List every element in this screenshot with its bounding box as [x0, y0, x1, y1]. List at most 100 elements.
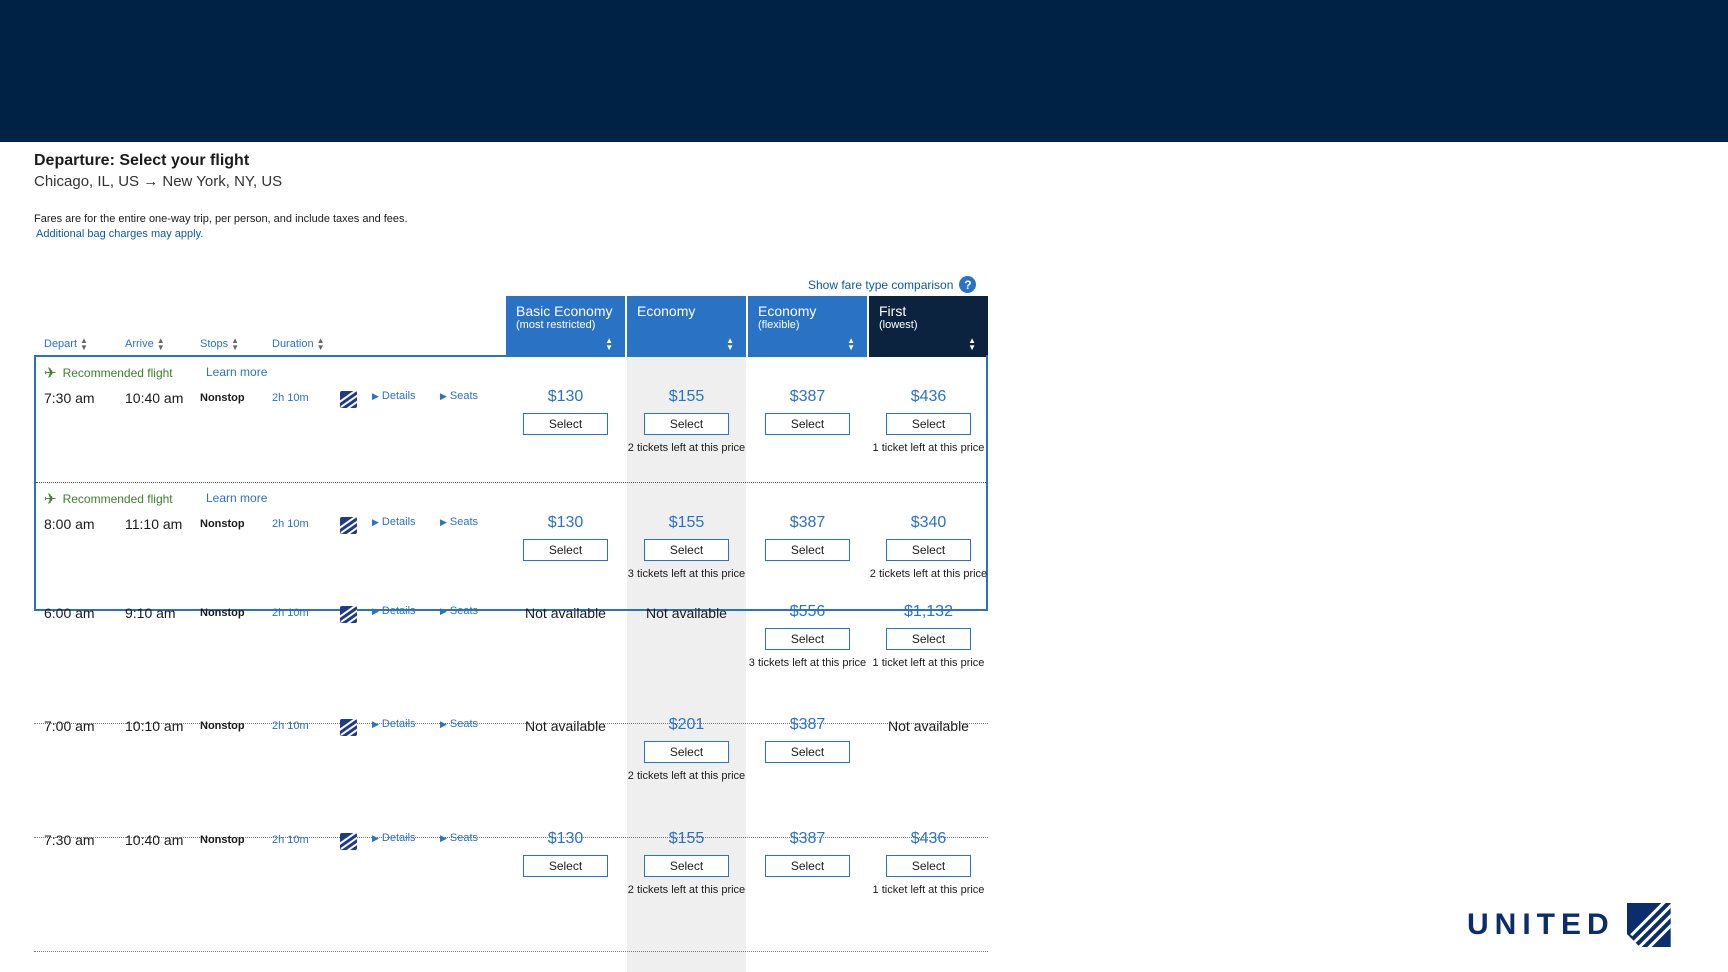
learn-more-link[interactable]: Learn more [206, 491, 267, 505]
fare-header-economy[interactable]: Economy ▲ ▼ [627, 296, 746, 357]
select-fare-button[interactable]: Select [644, 741, 729, 763]
fare-header-title: First [879, 303, 907, 319]
tickets-left-note: 1 ticket left at this price [872, 442, 985, 454]
united-globe-icon [1626, 903, 1671, 947]
fare-price: $1,132 [904, 603, 953, 620]
fare-header-first[interactable]: First (lowest) ▲ ▼ [869, 296, 988, 357]
sort-arrive[interactable]: Arrive ▲ ▼ [125, 337, 165, 352]
stops-text: Nonstop [200, 392, 245, 404]
united-globe-icon [340, 391, 357, 408]
not-available-text: Not available [646, 605, 727, 621]
fare-header-basic-economy[interactable]: Basic Economy (most restricted) ▲ ▼ [506, 296, 625, 357]
details-label: Details [381, 832, 416, 844]
depart-time: 8:00 am [44, 516, 95, 532]
depart-time: 7:30 am [44, 390, 95, 406]
recommended-flight-label: ✈ Recommended flight [44, 364, 173, 382]
seats-link[interactable]: ▶ Seats [440, 516, 478, 528]
select-fare-button[interactable]: Select [523, 539, 608, 561]
select-fare-button[interactable]: Select [886, 413, 971, 435]
fare-header-sub: (most restricted) [516, 319, 596, 331]
sort-depart[interactable]: Depart ▲ ▼ [44, 337, 88, 352]
tickets-left-note: 3 tickets left at this price [627, 568, 746, 580]
sort-stops[interactable]: Stops ▲ ▼ [200, 336, 240, 352]
fare-price: $340 [910, 514, 947, 531]
fare-price: $387 [789, 830, 826, 847]
select-fare-button[interactable]: Select [886, 855, 971, 877]
arrive-time: 10:40 am [125, 832, 184, 848]
caret-right-icon: ▶ [372, 390, 379, 401]
arrive-time: 10:10 am [125, 718, 184, 734]
united-logo: UNITED [1467, 903, 1671, 947]
seats-link[interactable]: ▶ Seats [440, 832, 478, 844]
sort-stops-label: Stops [200, 338, 229, 350]
select-fare-button[interactable]: Select [765, 741, 850, 763]
fare-price: $556 [789, 603, 826, 620]
details-label: Details [381, 516, 416, 528]
select-fare-button[interactable]: Select [765, 628, 850, 650]
details-link[interactable]: ▶ Details [372, 605, 416, 617]
select-fare-button[interactable]: Select [886, 539, 971, 561]
not-available-text: Not available [525, 605, 606, 621]
details-label: Details [381, 718, 416, 730]
depart-time: 7:00 am [44, 718, 95, 734]
tickets-left-note: 3 tickets left at this price [748, 657, 867, 669]
select-fare-button[interactable]: Select [644, 413, 729, 435]
details-link[interactable]: ▶ Details [372, 832, 416, 844]
bag-charges-link[interactable]: Additional bag charges may apply. [36, 228, 203, 240]
tickets-left-note: 1 ticket left at this price [872, 884, 985, 896]
select-fare-button[interactable]: Select [644, 855, 729, 877]
caret-right-icon: ▶ [372, 832, 379, 843]
caret-right-icon: ▶ [372, 516, 379, 527]
fare-header-title: Economy [637, 303, 696, 319]
duration-text: 2h 10m [272, 392, 309, 404]
row-divider [36, 482, 986, 483]
select-fare-button[interactable]: Select [644, 539, 729, 561]
logo-text: UNITED [1467, 908, 1615, 941]
caret-right-icon: ▶ [372, 605, 379, 616]
not-available-text: Not available [525, 718, 606, 734]
sort-icon: ▲ ▼ [726, 336, 734, 352]
details-link[interactable]: ▶ Details [372, 390, 416, 402]
sort-icon: ▲ ▼ [231, 336, 240, 352]
select-fare-button[interactable]: Select [765, 413, 850, 435]
learn-more-link[interactable]: Learn more [206, 365, 267, 379]
select-fare-button[interactable]: Select [886, 628, 971, 650]
fare-price: $387 [789, 716, 826, 733]
select-fare-button[interactable]: Select [765, 539, 850, 561]
caret-right-icon: ▶ [440, 718, 447, 729]
seats-label: Seats [449, 605, 479, 617]
seats-label: Seats [449, 516, 479, 528]
fare-comparison-link[interactable]: Show fare type comparison ? [808, 276, 977, 293]
seats-link[interactable]: ▶ Seats [440, 718, 478, 730]
depart-time: 7:30 am [44, 832, 95, 848]
seats-label: Seats [449, 718, 479, 730]
seats-label: Seats [449, 390, 479, 402]
stops-text: Nonstop [200, 607, 245, 619]
details-link[interactable]: ▶ Details [372, 516, 416, 528]
plane-icon: ✈ [44, 365, 57, 382]
united-globe-icon [340, 606, 357, 623]
arrive-time: 9:10 am [125, 605, 176, 621]
arrive-time: 10:40 am [125, 390, 184, 406]
tickets-left-note: 2 tickets left at this price [627, 442, 746, 454]
details-link[interactable]: ▶ Details [372, 718, 416, 730]
seats-link[interactable]: ▶ Seats [440, 605, 478, 617]
fares-note: Fares are for the entire one-way trip, p… [34, 213, 408, 225]
fare-price: $130 [547, 514, 584, 531]
fare-header-title: Economy [758, 303, 817, 319]
select-fare-button[interactable]: Select [523, 855, 608, 877]
select-fare-button[interactable]: Select [765, 855, 850, 877]
caret-right-icon: ▶ [440, 832, 447, 843]
select-fare-button[interactable]: Select [523, 413, 608, 435]
tickets-left-note: 2 tickets left at this price [627, 884, 746, 896]
depart-time: 6:00 am [44, 605, 95, 621]
fare-price: $436 [910, 388, 947, 405]
tickets-left-note: 2 tickets left at this price [869, 568, 988, 580]
plane-icon: ✈ [44, 491, 57, 508]
fare-header-economy-flexible[interactable]: Economy (flexible) ▲ ▼ [748, 296, 867, 357]
tickets-left-note: 1 ticket left at this price [872, 657, 985, 669]
sort-arrive-label: Arrive [125, 338, 154, 350]
sort-depart-label: Depart [44, 338, 78, 350]
sort-duration[interactable]: Duration ▲ ▼ [272, 337, 325, 352]
seats-link[interactable]: ▶ Seats [440, 390, 478, 402]
